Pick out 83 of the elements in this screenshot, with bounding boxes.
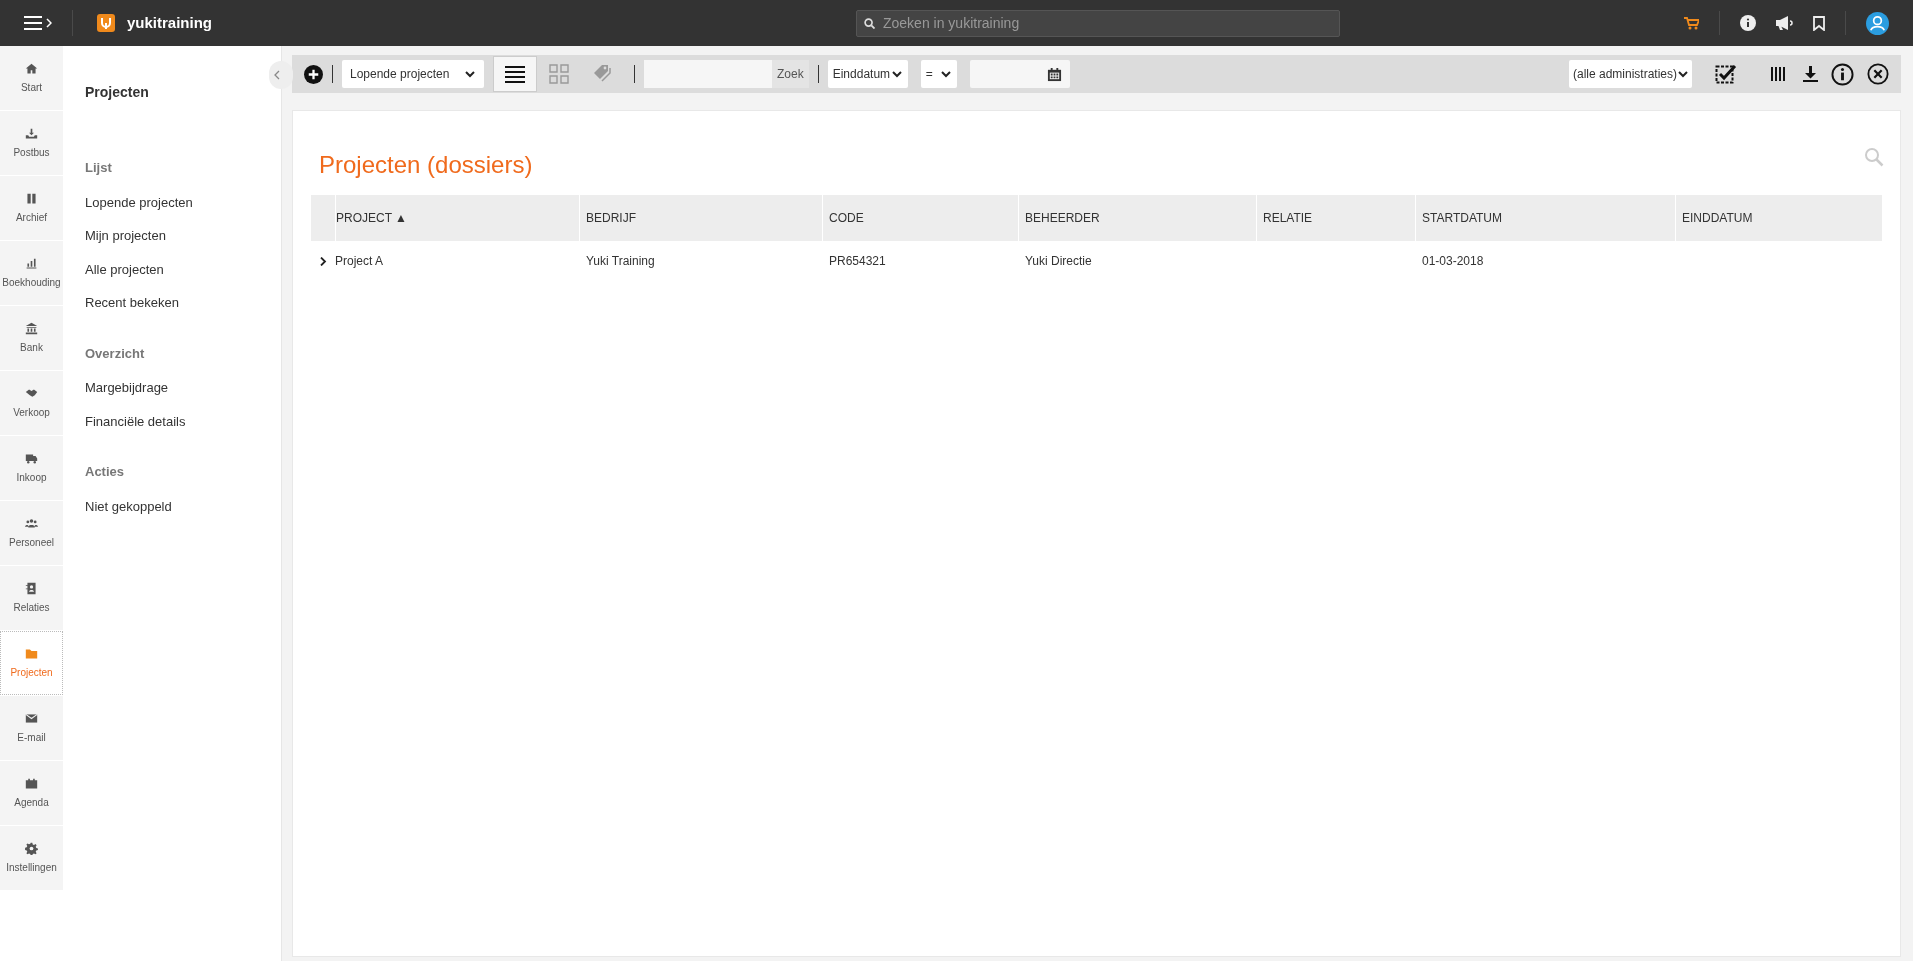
nav-item[interactable]: Agenda (0, 761, 63, 825)
checkbox-icon[interactable] (1715, 63, 1737, 85)
cart-icon[interactable] (1684, 16, 1699, 30)
chevron-right-icon[interactable] (319, 256, 327, 266)
date-field-dropdown[interactable]: Einddatum (827, 60, 908, 88)
grid-view-icon (549, 64, 569, 84)
chevron-down-icon (1677, 68, 1690, 80)
menu-link[interactable]: Financiële details (85, 411, 186, 431)
table-cell: Yuki Directie (1025, 254, 1092, 268)
view-toggle[interactable] (493, 56, 537, 92)
chevron-down-icon (890, 68, 903, 80)
home-icon (25, 61, 38, 75)
table-cell: Project A (335, 254, 384, 268)
add-icon[interactable] (304, 64, 323, 84)
avatar-icon[interactable] (1866, 11, 1889, 35)
truck-icon (25, 451, 38, 465)
contact-book-icon (25, 581, 38, 595)
table-cell: 01-03-2018 (1422, 254, 1484, 268)
column-header[interactable]: PROJECT ▲ (336, 209, 407, 227)
nav-item[interactable]: Boekhouding (0, 241, 63, 305)
section-heading: Overzicht (85, 344, 146, 363)
column-header[interactable]: BEDRIJF (580, 209, 636, 227)
menu-link[interactable]: Niet gekoppeld (85, 496, 172, 516)
menu-link[interactable]: Mijn projecten (85, 226, 166, 246)
bookmark-icon[interactable] (1813, 15, 1825, 31)
nav-item[interactable]: Start (0, 46, 63, 110)
section-heading: Acties (85, 463, 126, 481)
nav-item[interactable]: Instellingen (0, 826, 63, 890)
column-header[interactable]: RELATIE (1257, 209, 1313, 227)
date-input[interactable] (969, 60, 1070, 88)
operator-dropdown[interactable]: = (920, 60, 957, 88)
menu-link[interactable]: Recent bekeken (85, 293, 179, 313)
envelope-icon (25, 711, 38, 725)
brand-name: yukitraining (127, 12, 212, 33)
info-icon[interactable] (1740, 15, 1756, 31)
nav-item[interactable]: Inkoop (0, 436, 63, 500)
table-cell: Yuki Training (586, 254, 655, 268)
chevron-down-icon (939, 68, 952, 80)
section-heading: Lijst (85, 159, 113, 177)
column-header[interactable]: CODE (823, 209, 864, 227)
binder-icon (25, 191, 38, 205)
nav-item[interactable]: Bank (0, 306, 63, 370)
list-view-icon (505, 64, 525, 84)
chevron-right-icon (46, 18, 52, 28)
nav-item[interactable]: Personeel (0, 501, 63, 565)
nav-item[interactable]: E-mail (0, 696, 63, 760)
menu-link[interactable]: Margebijdrage (85, 378, 169, 398)
nav-item[interactable]: Verkoop (0, 371, 63, 435)
bar-chart-icon (25, 256, 38, 270)
tag-icon (593, 64, 613, 84)
page-title: Projecten (dossiers) (319, 150, 533, 180)
nav-item[interactable]: Postbus (0, 111, 63, 175)
administration-dropdown[interactable]: (alle administraties) (1569, 60, 1692, 88)
calendar-icon (25, 776, 38, 790)
bank-icon (25, 321, 38, 335)
download-icon[interactable] (1803, 66, 1818, 82)
info-icon[interactable] (1831, 62, 1854, 86)
inbox-icon (25, 126, 38, 140)
search-input[interactable] (644, 60, 772, 88)
chevron-left-icon (274, 70, 280, 80)
column-header[interactable]: EINDDATUM (1676, 209, 1753, 227)
logo-icon (97, 14, 115, 32)
people-icon (25, 516, 38, 530)
menu-icon (24, 16, 42, 30)
column-header[interactable]: BEHEERDER (1019, 209, 1100, 227)
folder-icon (25, 646, 38, 660)
nav-item[interactable]: Relaties (0, 566, 63, 630)
nav-item[interactable]: Archief (0, 176, 63, 240)
search-button[interactable]: Zoek (772, 60, 809, 88)
list-filter-dropdown[interactable]: Lopende projecten (342, 60, 484, 88)
table-cell: PR654321 (829, 254, 886, 268)
settings-icon (25, 841, 38, 855)
barcode-columns-icon[interactable] (1770, 66, 1786, 82)
megaphone-icon[interactable] (1776, 16, 1793, 30)
menu-link[interactable]: Lopende projecten (85, 192, 193, 212)
menu-button[interactable] (24, 10, 73, 36)
close-icon[interactable] (1867, 63, 1889, 85)
menu-link[interactable]: Alle projecten (85, 259, 164, 279)
calendar-icon (1046, 66, 1062, 82)
chevron-down-icon (464, 68, 476, 80)
search-field[interactable]: Zoeken in yukitraining (856, 9, 1340, 37)
panel-title: Projecten (85, 83, 150, 102)
column-header[interactable]: STARTDATUM (1416, 209, 1502, 227)
